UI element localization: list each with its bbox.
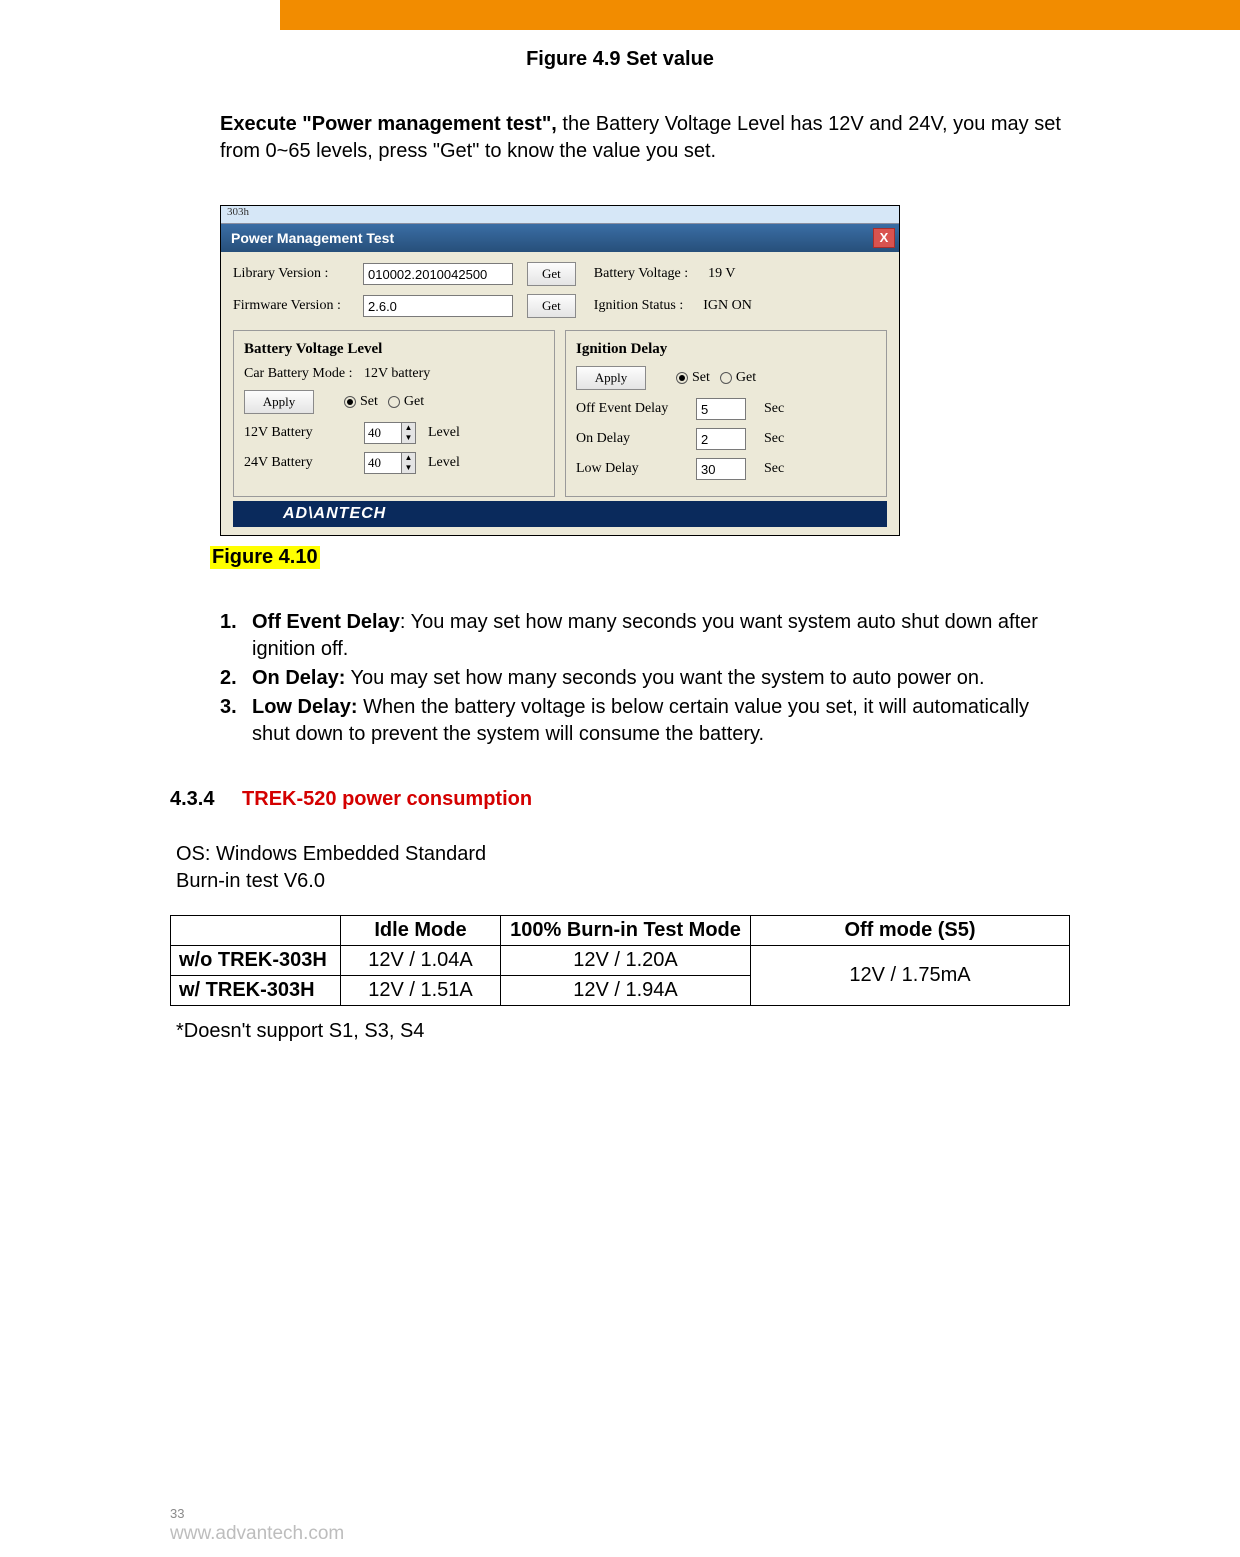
v12-unit: Level — [428, 425, 460, 441]
window-small-header: 303h — [221, 206, 899, 224]
chevron-up-icon[interactable]: ▲ — [401, 453, 415, 463]
off-event-unit: Sec — [764, 401, 784, 417]
page-content: Figure 4.9 Set value Execute "Power mana… — [0, 30, 1240, 1043]
list-number: 2. — [220, 665, 252, 692]
table-footnote: *Doesn't support S1, S3, S4 — [176, 1020, 1070, 1043]
off-event-delay-input[interactable] — [696, 398, 746, 420]
bvl-set-label: Set — [360, 394, 378, 410]
ign-get-label: Get — [736, 370, 756, 386]
section-title: TREK-520 power consumption — [242, 788, 532, 810]
burnin-line: Burn-in test V6.0 — [176, 868, 1070, 895]
ignition-status-value: IGN ON — [703, 298, 752, 314]
figure-caption-highlight: Figure 4.10 — [210, 546, 320, 569]
bvl-get-radio[interactable]: Get — [388, 394, 424, 410]
v24-input[interactable] — [365, 453, 401, 473]
on-delay-label: On Delay — [576, 431, 696, 447]
list-bold: Low Delay: — [252, 696, 358, 718]
cell-burn: 12V / 1.20A — [501, 946, 751, 976]
car-battery-mode-label: Car Battery Mode : — [244, 366, 364, 382]
section-number: 4.3.4 — [170, 788, 214, 810]
th-idle: Idle Mode — [341, 916, 501, 946]
th-blank — [171, 916, 341, 946]
window-title: Power Management Test — [231, 230, 394, 246]
window-titlebar: Power Management Test X — [221, 224, 899, 252]
on-delay-input[interactable] — [696, 428, 746, 450]
bvl-get-label: Get — [404, 394, 424, 410]
list-rest: You may set how many seconds you want th… — [345, 667, 984, 689]
v24-unit: Level — [428, 455, 460, 471]
figure-caption-top: Figure 4.9 Set value — [170, 48, 1070, 71]
pm-test-window: 303h Power Management Test X Library Ver… — [220, 205, 900, 536]
footer-url: www.advantech.com — [170, 1523, 344, 1545]
low-delay-label: Low Delay — [576, 461, 696, 477]
low-delay-input[interactable] — [696, 458, 746, 480]
table-row: Idle Mode 100% Burn-in Test Mode Off mod… — [171, 916, 1070, 946]
ign-get-radio[interactable]: Get — [720, 370, 756, 386]
battery-voltage-value: 19 V — [708, 266, 735, 282]
close-icon[interactable]: X — [873, 228, 895, 248]
list-item: 1. Off Event Delay: You may set how many… — [220, 609, 1070, 663]
ign-set-radio[interactable]: Set — [676, 370, 710, 386]
v24-spinner[interactable]: ▲▼ — [364, 452, 416, 474]
definition-list: 1. Off Event Delay: You may set how many… — [220, 609, 1070, 748]
page-number: 33 — [170, 1506, 184, 1521]
cell-idle: 12V / 1.51A — [341, 976, 501, 1006]
cell-offmode: 12V / 1.75mA — [751, 946, 1070, 1006]
bvl-set-radio[interactable]: Set — [344, 394, 378, 410]
ign-apply-button[interactable]: Apply — [576, 366, 646, 390]
row-label: w/o TREK-303H — [171, 946, 341, 976]
chevron-down-icon[interactable]: ▼ — [401, 433, 415, 443]
library-version-input[interactable] — [363, 263, 513, 285]
top-orange-band — [0, 0, 1240, 30]
list-item: 3. Low Delay: When the battery voltage i… — [220, 694, 1070, 748]
cell-idle: 12V / 1.04A — [341, 946, 501, 976]
ign-title: Ignition Delay — [576, 341, 876, 358]
power-consumption-table: Idle Mode 100% Burn-in Test Mode Off mod… — [170, 915, 1070, 1006]
off-event-delay-label: Off Event Delay — [576, 401, 696, 417]
v12-label: 12V Battery — [244, 425, 364, 441]
section-heading: 4.3.4 TREK-520 power consumption — [170, 788, 1070, 811]
bvl-title: Battery Voltage Level — [244, 341, 544, 358]
list-bold: Off Event Delay — [252, 611, 400, 633]
ignition-status-label: Ignition Status : — [594, 298, 683, 314]
list-bold: On Delay: — [252, 667, 345, 689]
list-rest: When the battery voltage is below certai… — [252, 696, 1029, 745]
battery-voltage-label: Battery Voltage : — [594, 266, 688, 282]
os-line: OS: Windows Embedded Standard — [176, 841, 1070, 868]
library-get-button[interactable]: Get — [527, 262, 576, 286]
battery-voltage-level-group: Battery Voltage Level Car Battery Mode :… — [233, 330, 555, 497]
ignition-delay-group: Ignition Delay Apply Set Get Off Event D… — [565, 330, 887, 497]
th-off: Off mode (S5) — [751, 916, 1070, 946]
bvl-apply-button[interactable]: Apply — [244, 390, 314, 414]
advantech-logo-strip: AD\ANTECH — [233, 501, 887, 527]
window-body: Library Version : Get Battery Voltage : … — [221, 252, 899, 535]
firmware-version-label: Firmware Version : — [233, 298, 363, 314]
list-number: 3. — [220, 694, 252, 748]
v12-input[interactable] — [365, 423, 401, 443]
car-battery-mode-value: 12V battery — [364, 366, 430, 382]
cell-burn: 12V / 1.94A — [501, 976, 751, 1006]
intro-paragraph: Execute "Power management test", the Bat… — [220, 111, 1070, 165]
row-label: w/ TREK-303H — [171, 976, 341, 1006]
low-delay-unit: Sec — [764, 461, 784, 477]
table-row: w/o TREK-303H 12V / 1.04A 12V / 1.20A 12… — [171, 946, 1070, 976]
chevron-up-icon[interactable]: ▲ — [401, 423, 415, 433]
list-number: 1. — [220, 609, 252, 663]
list-item: 2. On Delay: You may set how many second… — [220, 665, 1070, 692]
firmware-version-input[interactable] — [363, 295, 513, 317]
th-burnin: 100% Burn-in Test Mode — [501, 916, 751, 946]
library-version-label: Library Version : — [233, 266, 363, 282]
v12-spinner[interactable]: ▲▼ — [364, 422, 416, 444]
chevron-down-icon[interactable]: ▼ — [401, 463, 415, 473]
firmware-get-button[interactable]: Get — [527, 294, 576, 318]
top-white-tab — [0, 0, 280, 30]
ign-set-label: Set — [692, 370, 710, 386]
intro-bold: Execute "Power management test", — [220, 113, 557, 135]
on-delay-unit: Sec — [764, 431, 784, 447]
v24-label: 24V Battery — [244, 455, 364, 471]
